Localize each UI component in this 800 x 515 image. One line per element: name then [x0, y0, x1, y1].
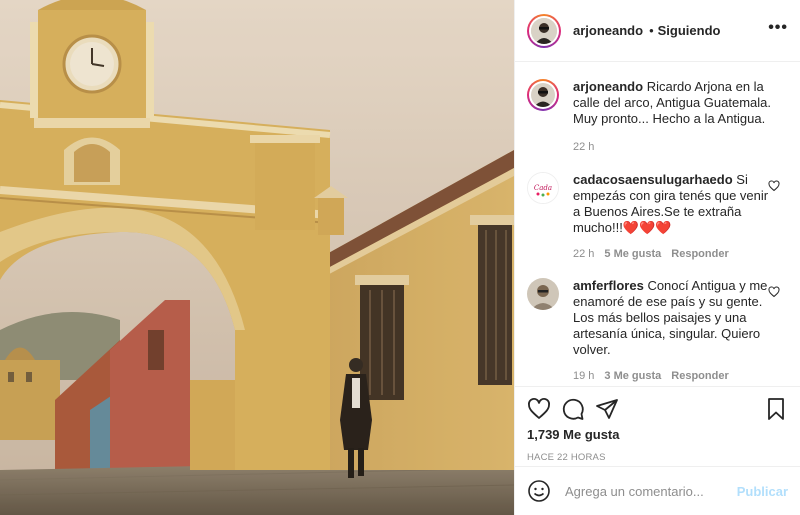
commenter-avatar-photo: [527, 278, 559, 310]
comment-likes[interactable]: 5 Me gusta: [604, 248, 661, 260]
street-arch-scene: [0, 0, 514, 515]
comment-item: amferflores Conocí Antigua y me enamoré …: [527, 278, 788, 382]
caption-username[interactable]: arjoneando: [573, 79, 643, 94]
commenter-username[interactable]: cadacosaensulugarhaedo: [573, 172, 733, 187]
publish-button[interactable]: Publicar: [737, 484, 788, 499]
post-actions-area: 1,739 Me gusta HACE 22 HORAS: [515, 386, 800, 465]
header-separator: •: [649, 23, 654, 38]
comment-input[interactable]: Agrega un comentario...: [565, 484, 737, 499]
share-icon[interactable]: [595, 397, 619, 421]
add-comment-bar: Agrega un comentario... Publicar: [515, 466, 800, 515]
reply-button[interactable]: Responder: [671, 370, 728, 382]
svg-text:Cada: Cada: [534, 184, 552, 192]
comment-icon[interactable]: [561, 397, 585, 421]
bookmark-icon[interactable]: [764, 397, 788, 421]
follow-status-button[interactable]: Siguiendo: [658, 23, 721, 38]
author-photo: [531, 17, 557, 44]
author-username[interactable]: arjoneando: [573, 23, 643, 38]
commenter-avatar[interactable]: [527, 278, 559, 310]
comment-item: Cada cadacosaensulugarhaedo Si empezás c…: [527, 172, 788, 260]
commenter-username[interactable]: amferflores: [573, 278, 644, 293]
comment-like-heart-icon[interactable]: [768, 180, 780, 192]
comment-likes[interactable]: 3 Me gusta: [604, 370, 661, 382]
caption-time[interactable]: 22 h: [573, 141, 594, 153]
post-media-video[interactable]: [0, 0, 514, 515]
post-side-panel: arjoneando • Siguiendo ••• arjoneando Ri…: [514, 0, 800, 515]
comment-like-heart-icon[interactable]: [768, 286, 780, 298]
emoji-icon[interactable]: [527, 479, 551, 503]
commenter-avatar-logo: Cada: [528, 173, 558, 203]
comment-time[interactable]: 22 h: [573, 248, 594, 260]
caption: arjoneando Ricardo Arjona en la calle de…: [527, 79, 788, 153]
author-avatar[interactable]: [527, 13, 561, 48]
post-modal: arjoneando • Siguiendo ••• arjoneando Ri…: [0, 0, 800, 515]
caption-avatar-photo: [531, 83, 555, 107]
post-header: arjoneando • Siguiendo •••: [515, 0, 800, 62]
likes-count[interactable]: 1,739 Me gusta: [527, 427, 788, 442]
commenter-avatar[interactable]: Cada: [527, 172, 559, 204]
action-bar: [527, 387, 788, 427]
caption-avatar[interactable]: [527, 79, 559, 111]
heart-icon[interactable]: [527, 397, 551, 421]
comment-time[interactable]: 19 h: [573, 370, 594, 382]
reply-button[interactable]: Responder: [671, 248, 728, 260]
more-dots-icon[interactable]: •••: [768, 19, 788, 39]
post-timestamp[interactable]: HACE 22 HORAS: [527, 452, 788, 463]
comments-list: arjoneando Ricardo Arjona en la calle de…: [515, 63, 800, 386]
